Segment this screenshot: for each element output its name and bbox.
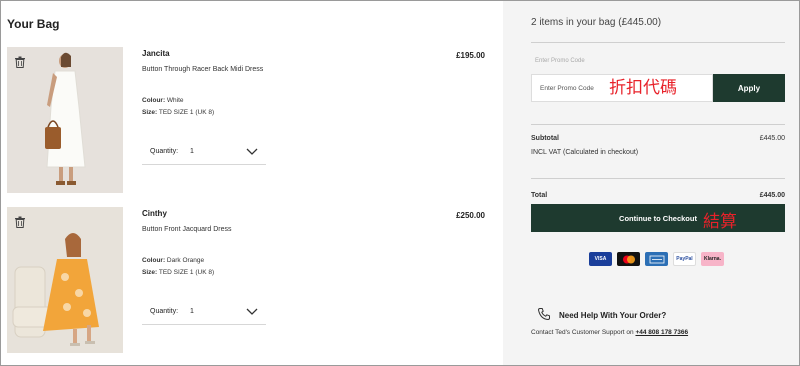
support-phone-link[interactable]: +44 808 178 7366 bbox=[635, 329, 688, 336]
payment-methods: VISA PayPal Klarna. bbox=[589, 252, 724, 266]
help-text: Contact Ted's Customer Support on +44 80… bbox=[531, 329, 689, 336]
bag-item: Jancita Button Through Racer Back Midi D… bbox=[7, 47, 497, 195]
quantity-value: 1 bbox=[190, 148, 194, 155]
subtotal-row: Subtotal £445.00 bbox=[531, 135, 785, 142]
remove-item-icon[interactable] bbox=[13, 55, 27, 69]
divider bbox=[531, 178, 785, 179]
chevron-down-icon bbox=[246, 308, 258, 315]
checkout-annotation: 結算 bbox=[703, 212, 737, 232]
product-description: Button Front Jacquard Dress bbox=[142, 226, 232, 233]
product-name[interactable]: Cinthy bbox=[142, 209, 167, 218]
quantity-select[interactable]: Quantity: 1 bbox=[142, 139, 266, 165]
divider bbox=[531, 42, 785, 43]
product-colour: Colour: White bbox=[142, 97, 184, 104]
bag-page: Your Bag Jancita Button Through Racer Ba… bbox=[0, 0, 800, 366]
product-description: Button Through Racer Back Midi Dress bbox=[142, 66, 264, 73]
product-image[interactable] bbox=[7, 47, 123, 193]
klarna-icon: Klarna. bbox=[701, 252, 724, 266]
amex-icon bbox=[645, 252, 668, 266]
help-title: Need Help With Your Order? bbox=[559, 311, 667, 320]
vat-row: INCL VAT (Calculated in checkout) bbox=[531, 149, 785, 156]
mastercard-icon bbox=[617, 252, 640, 266]
order-summary: 2 items in your bag (£445.00) Enter Prom… bbox=[503, 1, 799, 365]
promo-placeholder: Enter Promo Code bbox=[540, 84, 594, 92]
product-name[interactable]: Jancita bbox=[142, 49, 170, 58]
bag-column: Your Bag Jancita Button Through Racer Ba… bbox=[1, 1, 503, 365]
chevron-down-icon bbox=[246, 148, 258, 155]
promo-label: Enter Promo Code bbox=[535, 58, 585, 64]
checkout-button[interactable]: Continue to Checkout bbox=[531, 204, 785, 232]
subtotal-value: £445.00 bbox=[759, 135, 785, 142]
product-size: Size: TED SIZE 1 (UK 8) bbox=[142, 109, 215, 116]
product-size: Size: TED SIZE 1 (UK 8) bbox=[142, 269, 215, 276]
quantity-value: 1 bbox=[190, 308, 194, 315]
total-row: Total £445.00 bbox=[531, 192, 785, 199]
product-price: £195.00 bbox=[456, 51, 485, 60]
promo-annotation: 折扣代碼 bbox=[609, 78, 677, 98]
quantity-select[interactable]: Quantity: 1 bbox=[142, 299, 266, 325]
product-price: £250.00 bbox=[456, 211, 485, 220]
phone-icon bbox=[537, 308, 550, 321]
total-label: Total bbox=[531, 192, 548, 199]
subtotal-label: Subtotal bbox=[531, 135, 559, 142]
paypal-icon: PayPal bbox=[673, 252, 696, 266]
product-image[interactable] bbox=[7, 207, 123, 353]
product-colour: Colour: Dark Orange bbox=[142, 257, 205, 264]
bag-item: Cinthy Button Front Jacquard Dress Colou… bbox=[7, 207, 497, 355]
quantity-label: Quantity: bbox=[150, 308, 179, 315]
page-title: Your Bag bbox=[7, 17, 60, 31]
total-value: £445.00 bbox=[759, 192, 785, 199]
vat-note: INCL VAT (Calculated in checkout) bbox=[531, 149, 639, 156]
remove-item-icon[interactable] bbox=[13, 215, 27, 229]
apply-button[interactable]: Apply bbox=[713, 74, 785, 102]
visa-icon: VISA bbox=[589, 252, 612, 266]
summary-heading: 2 items in your bag (£445.00) bbox=[531, 17, 662, 28]
quantity-label: Quantity: bbox=[150, 148, 179, 155]
divider bbox=[531, 124, 785, 125]
